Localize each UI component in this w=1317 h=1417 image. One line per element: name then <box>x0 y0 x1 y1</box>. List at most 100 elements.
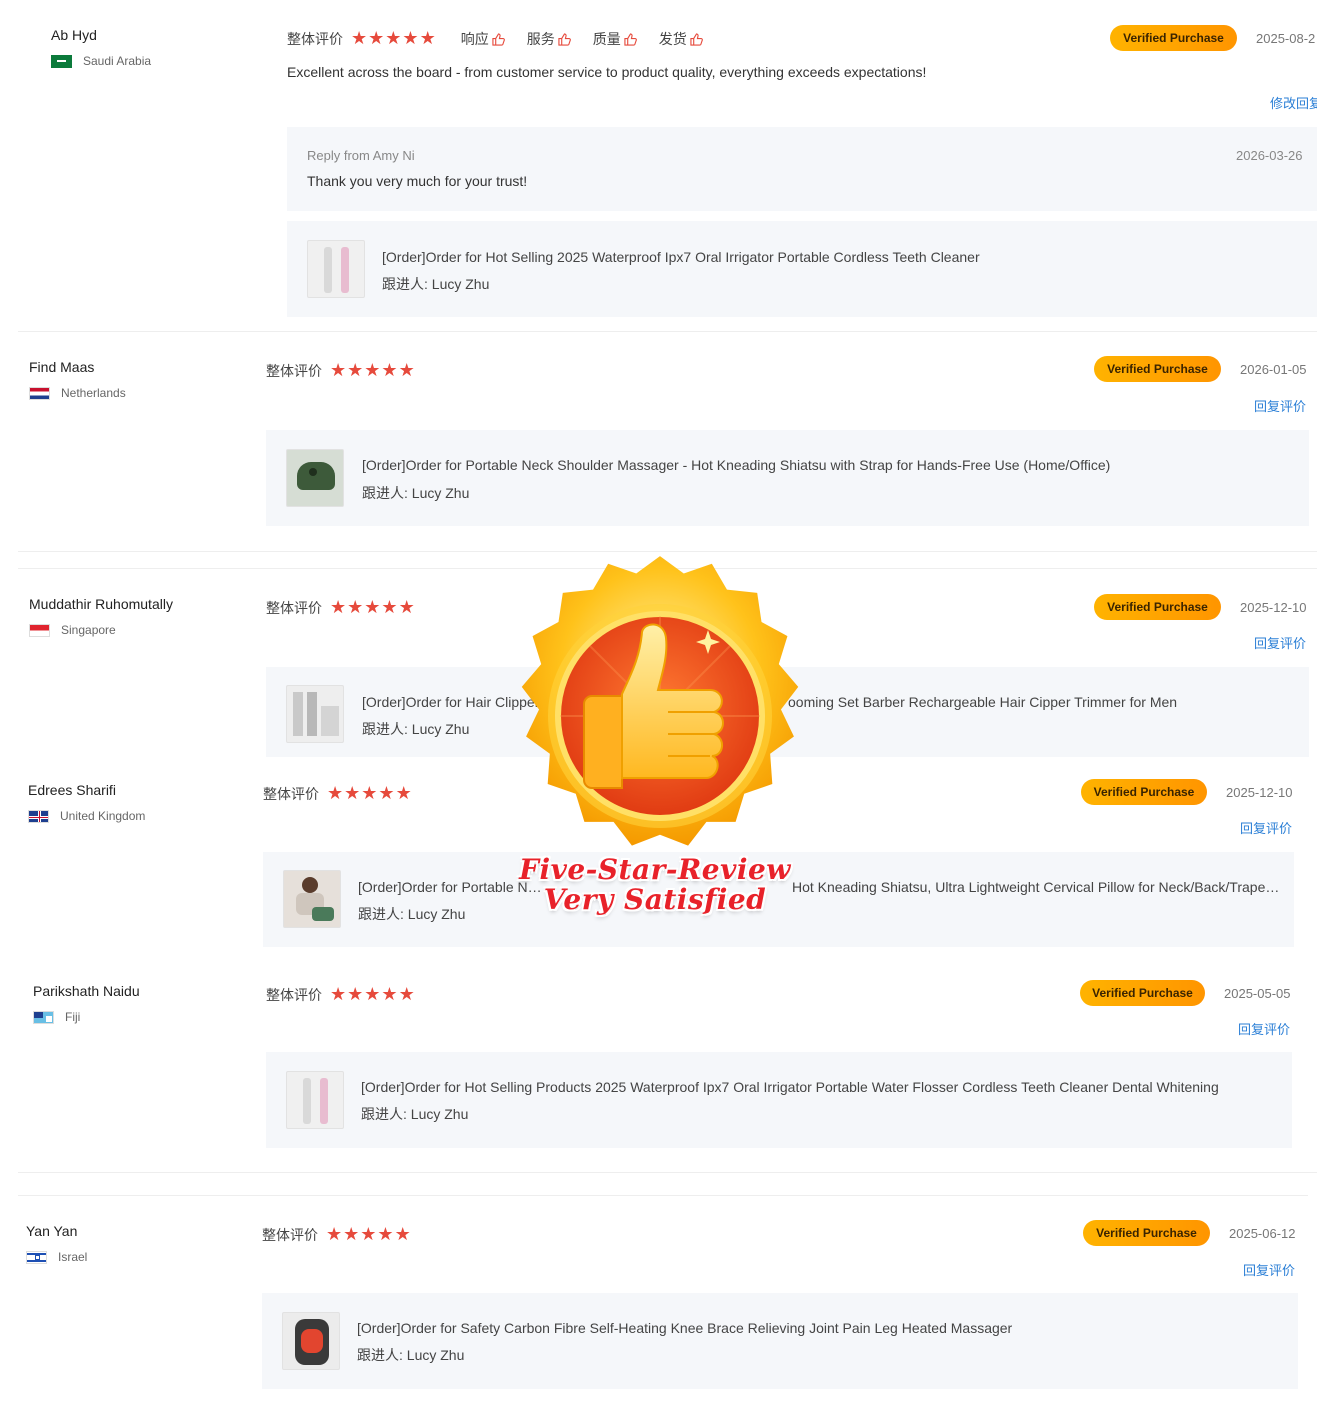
reply-review-link[interactable]: 回复评价 <box>1240 818 1292 837</box>
order-card: [Order]Order for Hot Selling 2025 Waterp… <box>287 221 1317 317</box>
star-icon: ★ <box>377 1224 394 1245</box>
star-icon: ★ <box>398 360 415 381</box>
verified-purchase-badge: Verified Purchase <box>1083 1220 1210 1246</box>
product-thumbnail[interactable] <box>282 1312 340 1370</box>
review-card: Yan Yan Israel 整体评价 ★ ★ ★ ★ ★ Verified Purch… <box>0 1196 1317 1417</box>
order-card: [Order]Order for Portable Neck Shoulder … <box>266 430 1309 526</box>
thumbs-up-icon <box>558 32 571 46</box>
star-icon: ★ <box>326 1224 343 1245</box>
divider <box>18 1172 1317 1173</box>
overall-rating-label: 整体评价 <box>287 31 343 47</box>
thumbs-up-icon <box>690 32 703 46</box>
rating-row: 整体评价 ★ ★ ★ ★ ★ <box>266 598 416 618</box>
star-rating: ★ ★ ★ ★ ★ <box>327 785 413 803</box>
star-icon: ★ <box>402 28 419 49</box>
order-title-tail[interactable]: ooming Set Barber Rechargeable Hair Cipp… <box>788 694 1288 710</box>
order-title[interactable]: [Order]Order for Hot Selling Products 20… <box>361 1079 1281 1095</box>
sub-rating-response: 响应 <box>461 29 505 49</box>
star-icon: ★ <box>330 984 347 1005</box>
reviewer-name: Parikshath Naidu <box>33 983 140 999</box>
star-rating: ★ ★ ★ ★ ★ <box>330 986 416 1004</box>
order-card: [Order]Order for Safety Carbon Fibre Sel… <box>262 1293 1298 1389</box>
overall-rating-label: 整体评价 <box>266 987 322 1003</box>
star-icon: ★ <box>378 783 395 804</box>
star-icon: ★ <box>381 360 398 381</box>
star-rating: ★ ★ ★ ★ ★ <box>326 1226 412 1244</box>
star-icon: ★ <box>343 1224 360 1245</box>
rating-row: 整体评价 ★ ★ ★ ★ ★ 响应 服务 质量 发货 <box>287 29 703 49</box>
order-title-tail[interactable]: Hot Kneading Shiatsu, Ultra Lightweight … <box>792 879 1282 895</box>
reviewer-country: Netherlands <box>29 386 126 400</box>
order-follower: 跟进人: Lucy Zhu <box>357 1347 465 1363</box>
country-label: Israel <box>58 1250 88 1264</box>
review-date: 2025-06-12 <box>1229 1226 1296 1241</box>
verified-purchase-badge: Verified Purchase <box>1110 25 1237 51</box>
reviewer-country: Saudi Arabia <box>51 54 151 68</box>
overall-rating-label: 整体评价 <box>266 363 322 379</box>
reviewer-name: Yan Yan <box>26 1223 78 1239</box>
flag-singapore-icon <box>29 623 50 637</box>
star-icon: ★ <box>327 783 344 804</box>
star-icon: ★ <box>385 28 402 49</box>
review-date: 2025-12-10 <box>1226 785 1293 800</box>
order-follower: 跟进人: Lucy Zhu <box>382 276 490 292</box>
verified-purchase-badge: Verified Purchase <box>1080 980 1205 1006</box>
reply-review-link[interactable]: 回复评价 <box>1254 396 1306 415</box>
reviewer-country: Fiji <box>33 1010 80 1024</box>
rating-row: 整体评价 ★ ★ ★ ★ ★ <box>263 784 413 804</box>
reply-author: Reply from Amy Ni <box>307 148 415 163</box>
seller-reply: Reply from Amy Ni 2026-03-26 Thank you v… <box>287 127 1317 211</box>
reviewer-country: United Kingdom <box>28 809 145 823</box>
reply-review-link[interactable]: 回复评价 <box>1243 1260 1295 1279</box>
country-label: Netherlands <box>61 386 126 400</box>
review-card: Find Maas Netherlands 整体评价 ★ ★ ★ ★ ★ Verifie… <box>0 332 1317 552</box>
order-follower: 跟进人: Lucy Zhu <box>358 906 466 922</box>
star-icon: ★ <box>381 597 398 618</box>
edit-reply-link[interactable]: 修改回复 <box>1270 93 1317 112</box>
reviewer-country: Israel <box>26 1250 87 1264</box>
product-thumbnail[interactable] <box>286 685 344 743</box>
flag-fiji-icon <box>33 1010 54 1024</box>
divider <box>18 551 1317 552</box>
review-card: Parikshath Naidu Fiji 整体评价 ★ ★ ★ ★ ★ Verifie… <box>0 954 1317 1174</box>
star-icon: ★ <box>398 984 415 1005</box>
verified-purchase-badge: Verified Purchase <box>1081 779 1207 805</box>
country-label: Singapore <box>61 623 116 637</box>
star-icon: ★ <box>360 1224 377 1245</box>
product-thumbnail[interactable] <box>307 240 365 298</box>
order-title[interactable]: [Order]Order for Portable Neck Shoulder … <box>362 457 1292 473</box>
order-title[interactable]: [Order]Order for Safety Carbon Fibre Sel… <box>357 1320 1277 1336</box>
order-follower: 跟进人: Lucy Zhu <box>362 485 470 501</box>
star-icon: ★ <box>368 28 385 49</box>
star-icon: ★ <box>398 597 415 618</box>
thumbs-up-icon <box>492 32 505 46</box>
overall-rating-label: 整体评价 <box>266 600 322 616</box>
star-icon: ★ <box>364 360 381 381</box>
reply-review-link[interactable]: 回复评价 <box>1238 1019 1290 1038</box>
country-label: United Kingdom <box>60 809 146 823</box>
flag-saudi-arabia-icon <box>51 54 72 68</box>
star-rating: ★ ★ ★ ★ ★ <box>351 30 437 48</box>
product-thumbnail[interactable] <box>283 870 341 928</box>
reply-review-link[interactable]: 回复评价 <box>1254 633 1306 652</box>
star-rating: ★ ★ ★ ★ ★ <box>330 362 416 380</box>
star-icon: ★ <box>361 783 378 804</box>
product-thumbnail[interactable] <box>286 449 344 507</box>
flag-united-kingdom-icon <box>28 809 49 823</box>
sub-rating-service: 服务 <box>527 29 571 49</box>
star-icon: ★ <box>330 360 347 381</box>
rating-row: 整体评价 ★ ★ ★ ★ ★ <box>266 361 416 381</box>
star-icon: ★ <box>347 360 364 381</box>
star-icon: ★ <box>395 783 412 804</box>
star-icon: ★ <box>364 984 381 1005</box>
rating-row: 整体评价 ★ ★ ★ ★ ★ <box>262 1225 412 1245</box>
star-icon: ★ <box>419 28 436 49</box>
order-follower: 跟进人: Lucy Zhu <box>362 721 470 737</box>
product-thumbnail[interactable] <box>286 1071 344 1129</box>
overall-rating-label: 整体评价 <box>262 1227 318 1243</box>
reviewer-name: Muddathir Ruhomutally <box>29 596 173 612</box>
reviewer-name: Ab Hyd <box>51 27 97 43</box>
star-icon: ★ <box>364 597 381 618</box>
overlay-line-2: Very Satisfied <box>543 883 767 916</box>
order-title[interactable]: [Order]Order for Hot Selling 2025 Waterp… <box>382 249 1282 265</box>
